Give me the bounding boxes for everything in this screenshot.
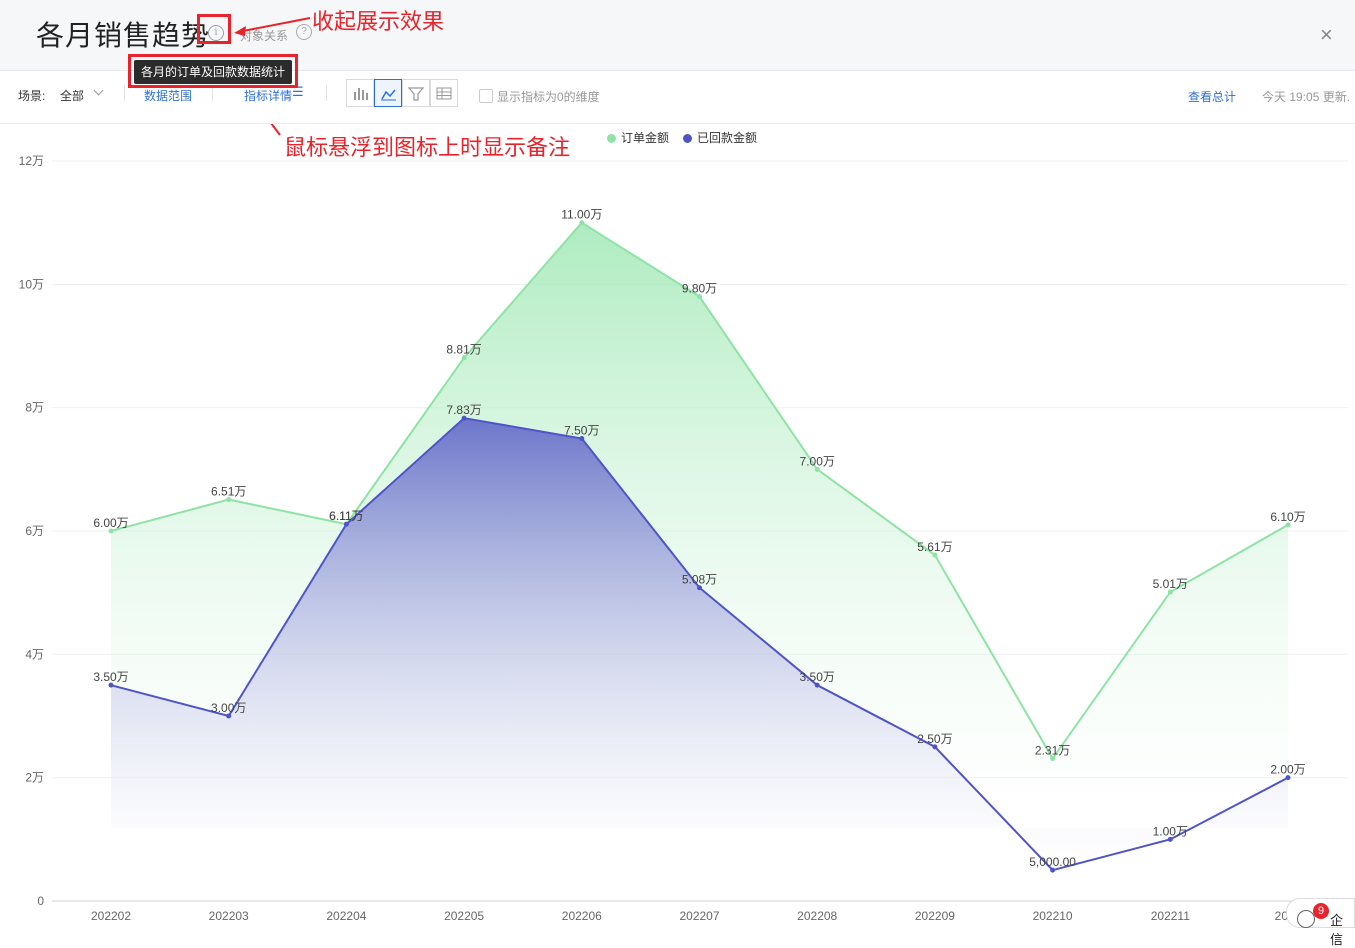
data-label: 11.00万 [561, 208, 602, 222]
scene-select[interactable]: 全部 [60, 87, 84, 104]
indicator-detail-link[interactable]: 指标详情 [244, 87, 292, 104]
data-label: 3.50万 [800, 670, 835, 684]
data-label: 1.00万 [1153, 824, 1188, 838]
tooltip: 各月的订单及回款数据统计 [134, 60, 292, 84]
y-tick-label: 2万 [25, 771, 44, 785]
data-label: 2.50万 [917, 732, 952, 746]
view-total-link[interactable]: 查看总计 [1188, 88, 1236, 105]
funnel-view-button[interactable] [402, 79, 430, 107]
bar-chart-icon [354, 88, 368, 100]
data-label: 6.10万 [1270, 510, 1305, 524]
table-icon [436, 87, 452, 100]
x-tick-label: 202209 [915, 909, 955, 923]
line-chart-icon [381, 89, 396, 101]
chat-label[interactable]: 企信 [1330, 910, 1355, 948]
x-tick-label: 202208 [797, 909, 837, 923]
divider [124, 85, 125, 101]
data-label: 6.00万 [93, 516, 128, 530]
x-tick-label: 202210 [1033, 909, 1073, 923]
chat-badge: 9 [1313, 903, 1329, 919]
table-view-button[interactable] [430, 79, 458, 107]
show-zero-label: 显示指标为0的维度 [497, 90, 600, 104]
data-label: 5.08万 [682, 573, 717, 587]
data-label: 3.00万 [211, 701, 246, 715]
show-zero-checkbox[interactable] [479, 89, 493, 103]
data-label: 5,000.00 [1029, 855, 1076, 869]
y-tick-label: 0 [37, 894, 44, 908]
chevron-down-icon[interactable] [93, 85, 104, 96]
update-time: 今天 19:05 更新. [1262, 90, 1351, 104]
funnel-chart-icon [407, 87, 425, 101]
y-tick-label: 10万 [19, 277, 44, 291]
x-tick-label: 202202 [91, 909, 131, 923]
y-tick-label: 4万 [25, 647, 44, 661]
data-label: 6.11万 [329, 509, 363, 523]
data-label: 7.00万 [800, 454, 835, 468]
x-tick-label: 202204 [326, 909, 366, 923]
line-chart-view-button[interactable] [374, 79, 402, 107]
data-label: 2.31万 [1035, 744, 1070, 758]
data-label: 5.61万 [917, 540, 952, 554]
x-tick-label: 202211 [1151, 909, 1190, 923]
line-area-chart: 0 2万 4万 6万 8万 10万 12万 202202 202203 202204 202205 2… [19, 154, 1348, 923]
bar-chart-view-button[interactable] [346, 79, 374, 107]
data-label: 5.01万 [1153, 577, 1188, 591]
y-tick-label: 8万 [25, 401, 44, 415]
x-tick-label: 202207 [679, 909, 719, 923]
divider [326, 85, 327, 101]
x-tick-label: 202206 [562, 909, 602, 923]
data-label: 2.00万 [1270, 763, 1305, 777]
data-label: 6.51万 [211, 485, 246, 499]
y-tick-label: 12万 [19, 154, 44, 168]
y-tick-label: 6万 [25, 524, 44, 538]
data-label: 9.80万 [682, 282, 717, 296]
data-label: 8.81万 [446, 343, 481, 357]
data-range-link[interactable]: 数据范围 [144, 87, 192, 104]
x-tick-label: 202205 [444, 909, 484, 923]
x-tick-label: 202203 [209, 909, 249, 923]
data-label: 3.50万 [93, 670, 128, 684]
data-label: 7.50万 [564, 424, 599, 438]
scene-label: 场景: [18, 89, 46, 103]
annotation-collapse: 收起展示效果 [312, 9, 445, 34]
data-label: 7.83万 [446, 403, 481, 417]
